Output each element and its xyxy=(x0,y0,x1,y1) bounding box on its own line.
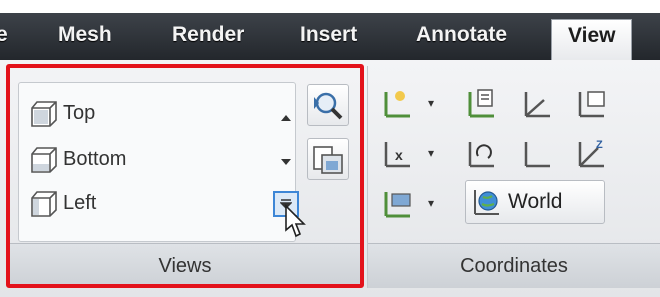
ucs-display-icon xyxy=(384,192,411,218)
ucs-z-icon: Z xyxy=(578,139,604,168)
ucs-tool-button[interactable] xyxy=(374,80,422,128)
ucs-origin-icon xyxy=(524,142,550,168)
globe-icon xyxy=(474,190,499,215)
ucs-previous-icon xyxy=(468,142,494,168)
views-panel-highlight xyxy=(6,64,364,288)
ribbon-tab-bar: e Mesh Render Insert Annotate View xyxy=(0,13,660,63)
dropdown-arrow[interactable]: ▾ xyxy=(428,96,438,116)
coordinates-panel-title[interactable]: Coordinates xyxy=(368,243,660,288)
dropdown-arrow[interactable]: ▾ xyxy=(428,196,438,216)
ucs-origin-button[interactable] xyxy=(514,130,562,178)
ucs-axis-icon xyxy=(524,92,550,118)
ucs-z-button[interactable]: Z xyxy=(568,130,616,178)
ucs-display-button[interactable] xyxy=(374,180,422,228)
tab-view[interactable]: View xyxy=(551,19,633,63)
tab-partial[interactable]: e xyxy=(0,23,8,47)
ucs-x-button[interactable]: x xyxy=(374,130,422,178)
ucs-view-icon xyxy=(578,91,605,118)
ucs-named-button[interactable] xyxy=(458,80,506,128)
world-label: World xyxy=(508,190,563,213)
ucs-view-button[interactable] xyxy=(568,80,616,128)
dropdown-arrow[interactable]: ▾ xyxy=(428,146,438,166)
ucs-icon xyxy=(384,91,410,118)
ucs-x-icon: x xyxy=(384,142,410,168)
ucs-named-icon xyxy=(468,89,494,118)
tab-annotate[interactable]: Annotate xyxy=(416,23,507,47)
ucs-world-button[interactable] xyxy=(514,80,562,128)
tab-insert[interactable]: Insert xyxy=(300,23,357,47)
world-ucs-button[interactable]: World xyxy=(465,180,605,224)
svg-text:Z: Z xyxy=(596,139,603,151)
ucs-previous-button[interactable] xyxy=(458,130,506,178)
svg-text:x: x xyxy=(395,147,403,163)
tab-render[interactable]: Render xyxy=(172,23,244,47)
tab-mesh[interactable]: Mesh xyxy=(58,23,112,47)
